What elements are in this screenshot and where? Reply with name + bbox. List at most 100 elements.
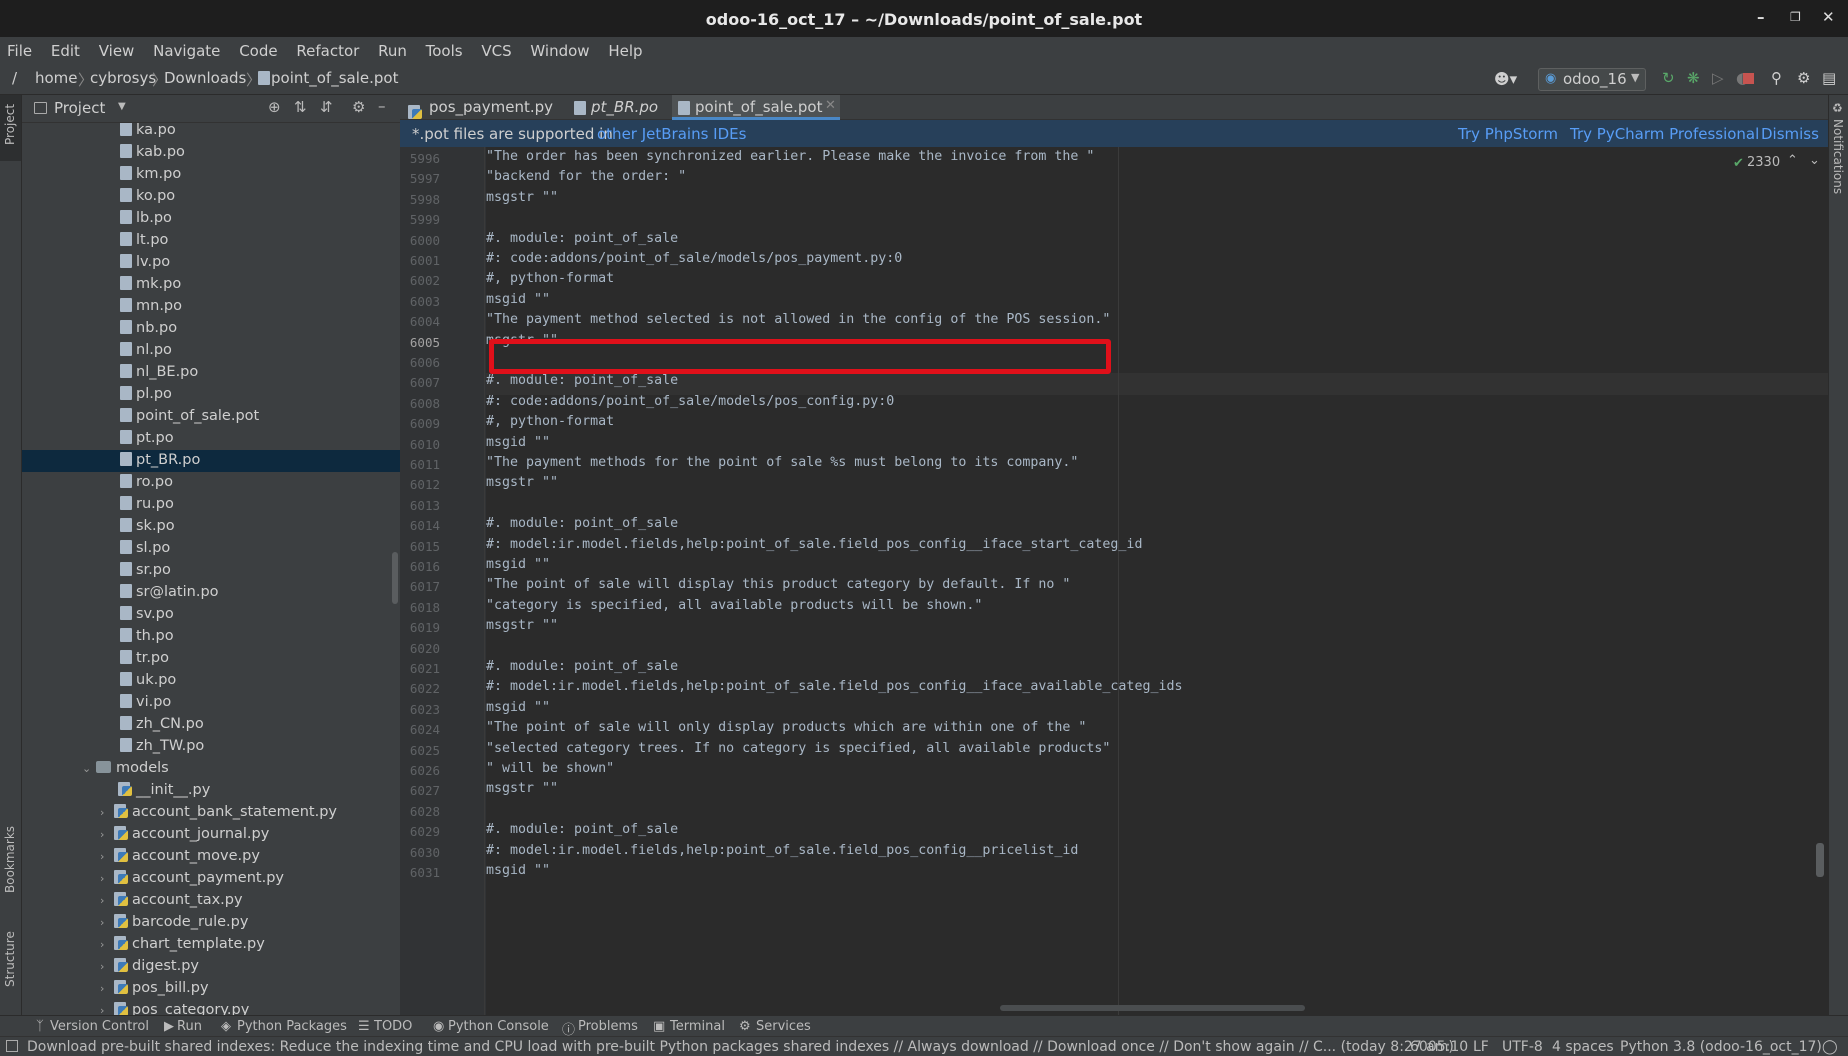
stop-icon[interactable] (1743, 73, 1754, 84)
locate-icon[interactable]: ⊕ (268, 98, 281, 116)
tree-file-item[interactable]: sl.po (22, 538, 400, 560)
project-scrollbar[interactable] (392, 552, 398, 604)
status-message[interactable]: Download pre-built shared indexes: Reduc… (27, 1039, 1454, 1055)
gear-icon[interactable]: ⚙ (1797, 69, 1810, 87)
code-line[interactable]: #: model:ir.model.fields,help:point_of_s… (486, 679, 1182, 694)
tree-file-item[interactable]: km.po (22, 164, 400, 186)
tab-pt-br[interactable]: pt_BR.po (568, 95, 673, 120)
code-line[interactable]: #. module: point_of_sale (486, 659, 678, 674)
tool-run[interactable]: Run (177, 1019, 202, 1034)
bell-icon[interactable]: ♻ (1832, 101, 1843, 115)
tool-python-console[interactable]: Python Console (448, 1019, 549, 1034)
chevron-right-icon[interactable]: › (100, 1004, 114, 1015)
code-line[interactable]: #. module: point_of_sale (486, 231, 678, 246)
tree-file-item[interactable]: zh_TW.po (22, 736, 400, 758)
python-interpreter[interactable]: Python 3.8 (odoo-16_oct_17) (1620, 1039, 1822, 1055)
maximize-icon[interactable]: ❐ (1790, 10, 1801, 24)
tree-file-item[interactable]: nl.po (22, 340, 400, 362)
try-phpstorm-link[interactable]: Try PhpStorm (1458, 125, 1558, 143)
gear-icon[interactable]: ⚙ (352, 98, 365, 116)
code-line[interactable]: msgstr "" (486, 618, 558, 633)
coverage-icon[interactable]: ▷ (1712, 69, 1724, 87)
tool-version-control[interactable]: Version Control (50, 1019, 149, 1034)
menu-vcs[interactable]: VCS (474, 37, 518, 60)
tree-folder-models[interactable]: ⌄ models (22, 758, 400, 780)
menu-tools[interactable]: Tools (419, 37, 470, 60)
chevron-right-icon[interactable]: › (100, 850, 114, 863)
tree-python-file-item[interactable]: __init__.py (22, 780, 400, 802)
menu-view[interactable]: View (92, 37, 142, 60)
caret-position[interactable]: 6005:10 (1410, 1039, 1468, 1055)
code-line[interactable]: msgstr "" (486, 475, 558, 490)
tree-file-item[interactable]: tr.po (22, 648, 400, 670)
search-icon[interactable]: ⚲ (1771, 69, 1782, 87)
chevron-down-icon[interactable]: ⌄ (1809, 153, 1820, 168)
lock-icon[interactable]: ◯ (1822, 1039, 1838, 1055)
tree-python-file-item[interactable]: › account_payment.py (22, 868, 400, 890)
menu-file[interactable]: File (0, 37, 39, 60)
menu-navigate[interactable]: Navigate (146, 37, 227, 60)
menu-code[interactable]: Code (232, 37, 284, 60)
tree-python-file-item[interactable]: › digest.py (22, 956, 400, 978)
editor-scrollbar[interactable] (1816, 843, 1824, 877)
menu-run[interactable]: Run (371, 37, 414, 60)
notifications-tool-tab[interactable]: Notifications (1831, 119, 1845, 194)
tree-file-item[interactable]: mk.po (22, 274, 400, 296)
code-line[interactable]: msgid "" (486, 557, 550, 572)
tree-file-item[interactable]: ko.po (22, 186, 400, 208)
minimize-icon[interactable]: – (1757, 8, 1765, 26)
tree-file-item[interactable]: ro.po (22, 472, 400, 494)
tool-terminal[interactable]: Terminal (670, 1019, 725, 1034)
try-pycharm-link[interactable]: Try PyCharm Professional (1570, 125, 1759, 143)
tree-file-item[interactable]: vi.po (22, 692, 400, 714)
tree-file-item[interactable]: sr.po (22, 560, 400, 582)
layout-icon[interactable] (6, 1040, 18, 1052)
tree-file-item[interactable]: zh_CN.po (22, 714, 400, 736)
chevron-right-icon[interactable]: › (100, 872, 114, 885)
hide-panel-icon[interactable]: – (378, 97, 386, 115)
tree-file-item[interactable]: pl.po (22, 384, 400, 406)
tool-todo[interactable]: TODO (374, 1019, 412, 1034)
chevron-right-icon[interactable]: › (100, 938, 114, 951)
tree-file-item[interactable]: sv.po (22, 604, 400, 626)
user-icon[interactable]: ☻▾ (1494, 70, 1517, 88)
tool-python-packages[interactable]: Python Packages (237, 1019, 347, 1034)
code-line[interactable]: "The payment methods for the point of sa… (486, 455, 1078, 470)
chevron-down-icon[interactable]: ▼ (118, 101, 126, 112)
code-line[interactable]: #. module: point_of_sale (486, 373, 678, 388)
code-line[interactable]: #. module: point_of_sale (486, 822, 678, 837)
tree-python-file-item[interactable]: › account_bank_statement.py (22, 802, 400, 824)
close-icon[interactable]: ✕ (1822, 8, 1835, 26)
breadcrumb-home[interactable]: home (35, 69, 78, 87)
debug-icon[interactable]: ❋ (1687, 69, 1700, 87)
tree-file-item[interactable]: pt.po (22, 428, 400, 450)
tree-file-item[interactable]: lv.po (22, 252, 400, 274)
tree-python-file-item[interactable]: › account_move.py (22, 846, 400, 868)
tree-file-item[interactable]: ka.po (22, 123, 400, 142)
tree-python-file-item[interactable]: › chart_template.py (22, 934, 400, 956)
code-line[interactable]: msgid "" (486, 863, 550, 878)
structure-tool-tab[interactable]: Structure (3, 931, 17, 987)
chevron-right-icon[interactable]: › (100, 894, 114, 907)
tree-file-item[interactable]: sr@latin.po (22, 582, 400, 604)
code-line[interactable]: msgstr "" (486, 781, 558, 796)
code-line[interactable]: "backend for the order: " (486, 169, 686, 184)
menu-refactor[interactable]: Refactor (289, 37, 366, 60)
code-line[interactable]: msgstr "" (486, 190, 558, 205)
tree-python-file-item[interactable]: › account_journal.py (22, 824, 400, 846)
code-line[interactable]: #: model:ir.model.fields,help:point_of_s… (486, 843, 1078, 858)
rerun-icon[interactable]: ↻ (1662, 69, 1675, 87)
inspection-count[interactable]: 2330 (1747, 155, 1780, 170)
banner-link[interactable]: other JetBrains IDEs (597, 125, 746, 143)
dismiss-link[interactable]: Dismiss (1761, 125, 1819, 143)
tab-pos-payment[interactable]: pos_payment.py (400, 95, 560, 120)
breadcrumb-root[interactable]: / (12, 69, 17, 87)
indent-setting[interactable]: 4 spaces (1552, 1039, 1614, 1055)
code-line[interactable]: " will be shown" (486, 761, 614, 776)
tree-python-file-item[interactable]: › pos_category.py (22, 1000, 400, 1015)
tree-file-item[interactable]: kab.po (22, 142, 400, 164)
chevron-down-icon[interactable]: ⌄ (82, 762, 96, 775)
bookmarks-tool-tab[interactable]: Bookmarks (3, 826, 17, 893)
breadcrumb-file[interactable]: point_of_sale.pot (271, 69, 398, 87)
chevron-right-icon[interactable]: › (100, 916, 114, 929)
